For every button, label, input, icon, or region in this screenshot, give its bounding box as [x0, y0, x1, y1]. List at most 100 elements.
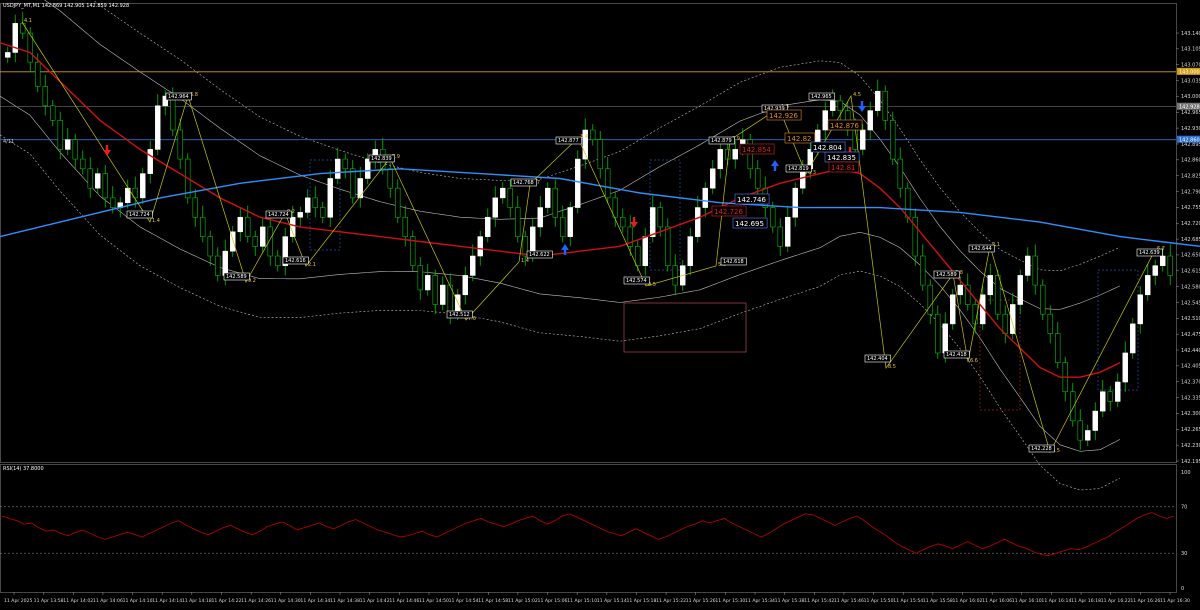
bull-candle — [830, 100, 836, 111]
price-label: 142.964 — [168, 94, 189, 100]
bear-candle — [1002, 313, 1008, 334]
bull-candle — [327, 178, 333, 218]
bear-candle — [1032, 255, 1038, 286]
price-label: 142.839 — [371, 156, 392, 162]
zigzag-label: 6.6 — [970, 358, 978, 364]
bear-candle — [882, 90, 888, 121]
bull-candle — [357, 178, 363, 199]
bear-candle — [837, 100, 843, 111]
time-tick-label: 11 Apr 14:22 — [211, 598, 241, 604]
price-tick-label: 143.035 — [1181, 78, 1200, 84]
bear-candle — [350, 168, 356, 199]
bull-candle — [222, 250, 228, 276]
bear-candle — [657, 207, 663, 228]
time-tick-label: 11 Apr 15:50 — [864, 598, 894, 604]
price-tick-label: 142.860 — [1181, 158, 1200, 164]
time-tick-label: 11 Apr 15:22 — [656, 598, 686, 604]
price-tick-label: 142.650 — [1181, 253, 1200, 259]
bear-candle — [342, 158, 348, 170]
bear-candle — [417, 265, 423, 291]
price-tick-label: 142.720 — [1181, 221, 1200, 227]
bear-candle — [1040, 284, 1046, 315]
bull-candle — [237, 216, 243, 233]
price-tick-label: 143.000 — [1181, 94, 1200, 100]
price-tick-label: 142.195 — [1181, 459, 1200, 465]
bull-candle — [305, 197, 311, 213]
price-label: 142.724 — [268, 212, 289, 218]
price-label: 142.965 — [811, 94, 832, 100]
bear-candle — [20, 23, 26, 34]
bear-candle — [890, 120, 896, 160]
bull-candle — [785, 216, 791, 247]
bull-candle — [1160, 255, 1166, 267]
price-label: 142.726 — [714, 208, 743, 216]
bull-candle — [470, 255, 476, 276]
bull-candle — [860, 129, 866, 150]
bear-candle — [1077, 420, 1083, 441]
bull-candle — [1145, 275, 1151, 296]
bull-candle — [462, 275, 468, 296]
price-tick-label: 142.475 — [1181, 332, 1200, 338]
price-tick-label: 143.070 — [1181, 63, 1200, 69]
bear-candle — [252, 236, 258, 247]
time-tick-label: 11 Apr 15:46 — [834, 598, 864, 604]
date-marker: 4/11 — [3, 139, 15, 145]
time-tick-label: 11 Apr 14:26 — [241, 598, 271, 604]
rsi-header: RSI(14) 37.8000 — [3, 466, 44, 472]
zigzag-label: 4.1 — [24, 18, 32, 24]
bear-candle — [402, 216, 408, 237]
bull-candle — [500, 187, 506, 199]
bear-candle — [560, 216, 566, 237]
zigzag-label: 1.4 — [152, 218, 160, 224]
bear-candle — [665, 226, 671, 267]
time-tick-label: 11 Apr 13:58 — [34, 598, 64, 604]
time-tick-label: 11 Apr 14:58 — [478, 598, 508, 604]
bear-candle — [755, 168, 761, 189]
price-label: 142.877 — [558, 138, 579, 144]
pivot-level-tag-label: 142.860 — [1179, 138, 1200, 144]
bear-candle — [1070, 391, 1076, 422]
bull-candle — [297, 212, 303, 218]
time-tick-label: 11 Apr 14:30 — [271, 598, 301, 604]
bull-candle — [687, 236, 693, 267]
bull-candle — [792, 187, 798, 218]
symbol-header: USDJPY_MT,M1 142.869 142.905 142.859 142… — [3, 3, 130, 9]
bull-candle — [1085, 430, 1091, 441]
trading-chart[interactable]: 4.16.81.40.29.22.17.97.63.71.43.40.58.95… — [0, 0, 1200, 610]
bear-candle — [612, 197, 618, 218]
price-tick-label: 142.965 — [1181, 110, 1200, 116]
bull-candle — [335, 158, 341, 179]
time-tick-label: 11 Apr 14:18 — [182, 598, 212, 604]
time-tick-label: 11 Apr 15:54 — [893, 598, 923, 604]
bear-candle — [672, 265, 678, 286]
bear-candle — [635, 246, 641, 267]
time-tick-label: 11 Apr 14:54 — [449, 598, 479, 604]
bear-candle — [72, 139, 78, 160]
time-tick-label: 11 Apr 15:18 — [626, 598, 656, 604]
price-label: 142.618 — [723, 259, 744, 265]
time-tick-label: 11 Apr 14:14 — [152, 598, 182, 604]
bear-candle — [320, 207, 326, 218]
bull-candle — [875, 90, 881, 111]
rsi-tick-label: 30 — [1181, 551, 1187, 557]
bear-candle — [515, 207, 521, 237]
bull-candle — [1137, 294, 1143, 325]
zigzag-label: 4.5 — [853, 92, 861, 98]
price-tick-label: 142.790 — [1181, 189, 1200, 195]
bear-candle — [110, 197, 116, 208]
price-tick-label: 142.510 — [1181, 316, 1200, 322]
price-label: 142.404 — [867, 356, 888, 362]
bull-candle — [290, 216, 296, 237]
bear-candle — [927, 284, 933, 315]
bear-candle — [387, 168, 393, 189]
bull-candle — [1115, 381, 1121, 402]
time-tick-label: 11 Apr 14:42 — [360, 598, 390, 604]
price-tick-label: 142.370 — [1181, 380, 1200, 386]
bear-candle — [192, 197, 198, 218]
price-tick-label: 142.930 — [1181, 126, 1200, 132]
bull-candle — [942, 323, 948, 354]
bear-candle — [312, 197, 318, 208]
price-label: 142.854 — [742, 146, 771, 154]
bear-candle — [35, 61, 41, 87]
price-label: 142.926 — [769, 112, 798, 120]
